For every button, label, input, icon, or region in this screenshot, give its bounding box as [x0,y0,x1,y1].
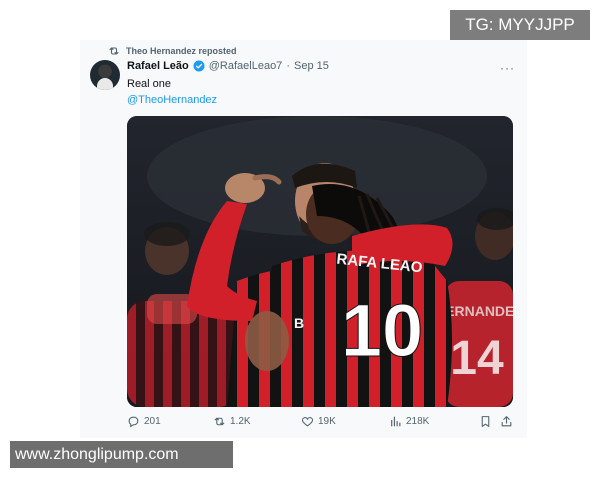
like-button[interactable]: 19K [301,415,336,428]
reply-count: 201 [144,416,161,427]
repost-text: Theo Hernandez reposted [126,46,237,56]
avatar[interactable] [90,60,120,90]
repost-indicator: Theo Hernandez reposted [108,45,237,57]
views-button[interactable]: 218K [389,415,429,428]
like-count: 19K [318,416,336,427]
jersey-number: 10 [341,289,423,372]
share-icon [501,416,512,427]
views-icon [391,416,401,427]
background-player-number: 14 [450,332,504,385]
bookmark-icon [481,416,490,427]
mention-link[interactable]: @TheoHernandez [127,94,217,106]
reply-button[interactable]: 201 [127,415,161,428]
jersey-letter: B [294,315,304,331]
tweet-header: Rafael Leão @RafaelLeao7 · Sep 15 [127,60,329,72]
bookmark-button[interactable] [479,415,492,428]
tweet-text: Real one [127,78,172,90]
repost-button[interactable]: 1.2K [213,415,251,428]
tweet-actions-bar: 201 1.2K 19K 218K [127,415,513,431]
display-name[interactable]: Rafael Leão [127,60,189,72]
like-icon [301,417,314,427]
verified-badge-icon [193,60,205,72]
tweet-date[interactable]: Sep 15 [294,60,329,72]
tweet-media-photo[interactable]: HERNANDEZ 14 RAFA LEAO 10 B [127,116,513,407]
watermark-bottom: www.zhonglipump.com [10,441,233,468]
repost-icon [214,417,225,426]
separator-dot: · [286,60,290,72]
more-options-button[interactable]: ··· [500,61,515,75]
watermark-top: TG: MYYJJPP [450,10,590,40]
reply-icon [128,416,139,428]
share-button[interactable] [500,415,513,428]
views-count: 218K [406,416,430,427]
repost-icon [109,47,119,55]
repost-count: 1.2K [230,416,251,427]
user-handle[interactable]: @RafaelLeao7 [209,60,283,72]
